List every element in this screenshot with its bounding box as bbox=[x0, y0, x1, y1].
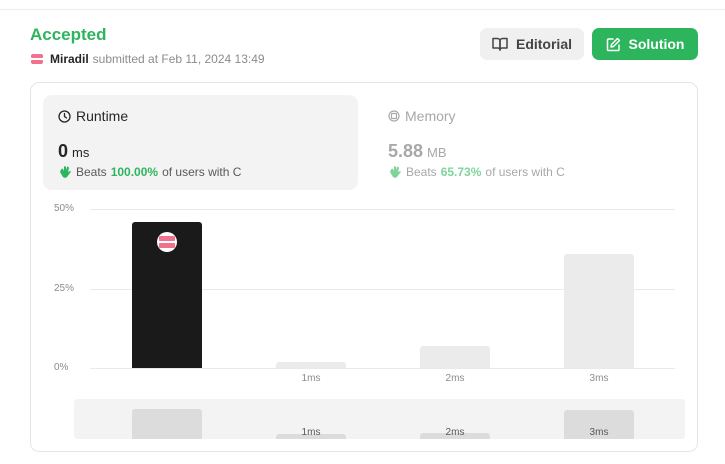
overview-x-label: 1ms bbox=[301, 427, 321, 438]
edit-icon bbox=[606, 37, 620, 51]
runtime-beats: Beats 100.00% of users with C bbox=[58, 165, 241, 179]
submission-status: Accepted bbox=[30, 25, 107, 44]
user-marker-avatar bbox=[157, 231, 177, 252]
wave-hand-icon bbox=[60, 166, 71, 178]
bar-3ms[interactable] bbox=[564, 253, 634, 368]
editorial-button[interactable]: Editorial bbox=[480, 28, 584, 60]
submitted-time: submitted at Feb 11, 2024 13:49 bbox=[92, 52, 265, 66]
chip-icon bbox=[388, 110, 400, 122]
submitter-line: Miradil submitted at Feb 11, 2024 13:49 bbox=[30, 51, 265, 67]
memory-label: Memory bbox=[405, 108, 456, 124]
solution-button[interactable]: Solution bbox=[592, 28, 698, 60]
x-tick-label: 3ms bbox=[589, 373, 609, 384]
memory-card[interactable]: Memory 5.88 MB Beats 65.73% of users wit… bbox=[373, 95, 688, 190]
memory-number: 5.88 bbox=[388, 141, 424, 161]
memory-beats: Beats 65.73% of users with C bbox=[388, 165, 565, 179]
chart-range-overview[interactable]: 1ms 2ms 3ms bbox=[74, 399, 685, 439]
wave-hand-icon bbox=[390, 166, 401, 178]
top-divider bbox=[0, 9, 725, 10]
book-icon bbox=[492, 37, 508, 51]
x-tick-label: 1ms bbox=[301, 373, 321, 384]
y-tick-label: 0% bbox=[54, 362, 69, 373]
grid-line bbox=[90, 368, 675, 369]
overview-bar bbox=[132, 409, 202, 439]
memory-value: 5.88 MB bbox=[388, 141, 447, 162]
overview-x-label: 3ms bbox=[589, 427, 609, 438]
memory-unit: MB bbox=[427, 145, 447, 160]
memory-header: Memory bbox=[388, 108, 456, 124]
editorial-label: Editorial bbox=[515, 36, 572, 52]
solution-label: Solution bbox=[628, 36, 685, 52]
runtime-number: 0 bbox=[58, 141, 69, 161]
x-tick-label: 2ms bbox=[445, 373, 465, 384]
runtime-beats-suffix: of users with C bbox=[162, 165, 242, 179]
y-tick-label: 25% bbox=[54, 282, 75, 294]
runtime-unit: ms bbox=[72, 145, 90, 160]
runtime-beats-pct: 100.00% bbox=[110, 165, 159, 179]
runtime-card[interactable]: Runtime 0 ms Beats 100.00% of users with… bbox=[43, 95, 358, 190]
runtime-beats-label: Beats bbox=[76, 165, 107, 179]
user-avatar[interactable] bbox=[30, 52, 44, 66]
clock-icon bbox=[58, 109, 71, 123]
bar-1ms[interactable] bbox=[276, 361, 346, 368]
runtime-header: Runtime bbox=[58, 108, 128, 124]
bar-2ms[interactable] bbox=[420, 345, 490, 368]
memory-beats-pct: 65.73% bbox=[440, 165, 482, 179]
runtime-label: Runtime bbox=[76, 108, 129, 124]
overview-x-label: 2ms bbox=[445, 427, 465, 438]
y-tick-label: 50% bbox=[54, 203, 75, 214]
runtime-value: 0 ms bbox=[58, 141, 89, 162]
memory-beats-label: Beats bbox=[406, 165, 437, 179]
memory-beats-suffix: of users with C bbox=[485, 165, 565, 179]
grid-line bbox=[90, 209, 675, 210]
user-name[interactable]: Miradil bbox=[50, 52, 89, 66]
